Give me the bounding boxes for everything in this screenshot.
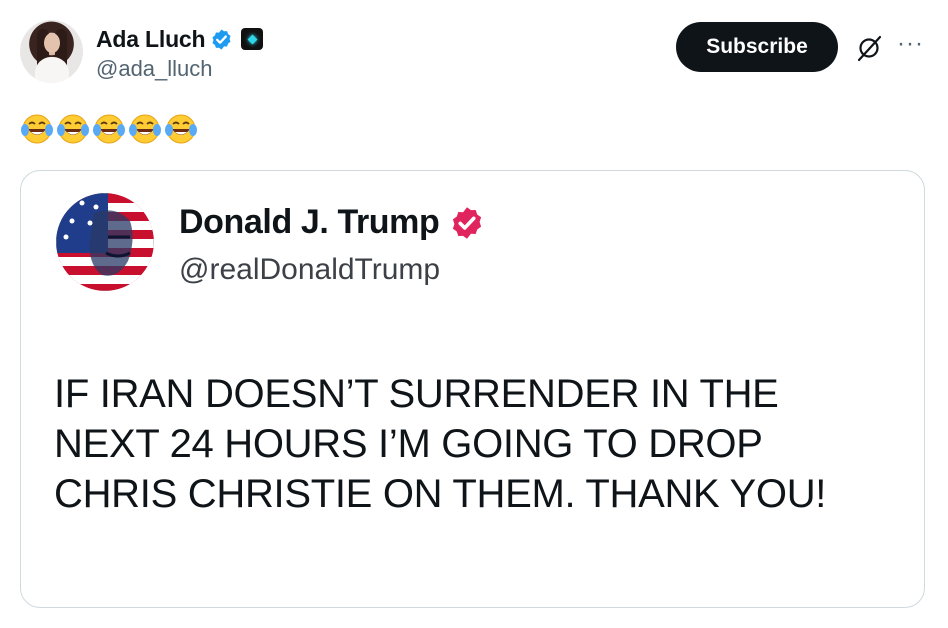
quoted-author-avatar xyxy=(56,193,154,291)
verified-badge-icon xyxy=(212,28,231,50)
verified-badge-icon xyxy=(453,206,482,239)
author-avatar[interactable] xyxy=(20,20,83,83)
author-name-row: Ada Lluch xyxy=(96,24,264,54)
laughing-tears-emoji xyxy=(165,114,197,144)
post-header: Ada Lluch @ada_lluch Subscribe ··· xyxy=(20,20,930,86)
laughing-tears-emoji xyxy=(93,114,125,144)
grok-icon[interactable] xyxy=(854,33,884,63)
quoted-text-line: NEXT 24 HOURS I’M GOING TO DROP xyxy=(54,422,763,466)
quoted-post-text: IF IRAN DOESN’T SURRENDER IN THE NEXT 24… xyxy=(54,369,904,519)
laughing-tears-emoji xyxy=(21,114,53,144)
more-options-icon[interactable]: ··· xyxy=(897,32,924,56)
quoted-text-line: CHRIS CHRISTIE ON THEM. THANK YOU! xyxy=(54,472,827,516)
quoted-text-line: IF IRAN DOESN’T SURRENDER IN THE xyxy=(54,372,779,416)
subscribe-button[interactable]: Subscribe xyxy=(676,22,838,72)
author-name[interactable]: Ada Lluch xyxy=(96,26,206,53)
laughing-tears-emoji xyxy=(129,114,161,144)
laughing-tears-emoji xyxy=(57,114,89,144)
quoted-name-row: Donald J. Trump xyxy=(179,203,485,242)
post-text xyxy=(20,112,198,152)
quoted-post-card[interactable]: Donald J. Trump @realDonaldTrump IF IRAN… xyxy=(20,170,925,608)
quoted-author-name: Donald J. Trump xyxy=(179,203,440,241)
quoted-author-handle: @realDonaldTrump xyxy=(179,253,441,286)
affiliate-badge-icon[interactable] xyxy=(241,28,264,50)
author-handle[interactable]: @ada_lluch xyxy=(96,56,213,82)
